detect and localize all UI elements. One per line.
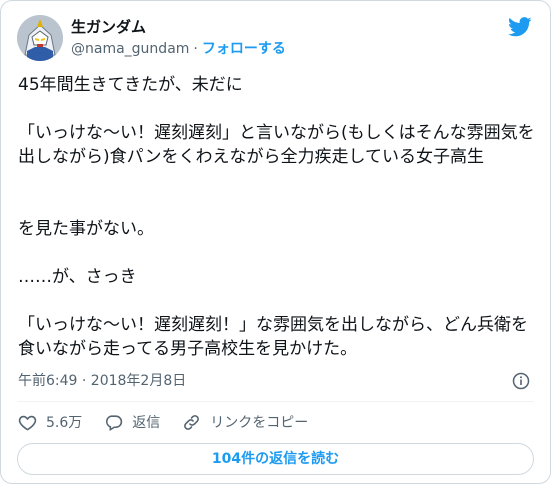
tweet-timestamp[interactable]: 午前6:49 · 2018年2月8日 [18, 371, 186, 391]
avatar[interactable] [17, 15, 63, 61]
author-handle[interactable]: @nama_gundam [71, 41, 189, 57]
author-handle-row: @nama_gundam · フォローする [71, 39, 286, 59]
copy-link-button[interactable]: リンクをコピー [182, 412, 308, 432]
like-count: 5.6万 [46, 415, 83, 431]
reply-button[interactable]: 返信 [104, 412, 160, 432]
link-icon [184, 414, 200, 430]
heart-icon [18, 415, 37, 431]
reply-icon [106, 414, 123, 431]
avatar-image [17, 15, 63, 61]
divider [17, 401, 534, 402]
tweet-paragraph-2: 「いっけな〜い！遅刻遅刻」と言いながら(もしくはそんな雰囲気を出しながら)食パン… [18, 123, 535, 167]
tweet-paragraph-4: ……が、さっき [18, 267, 137, 287]
tweet-paragraph-1: 45年間生きてきたが、未だに [18, 75, 243, 95]
copy-link-label: リンクをコピー [210, 415, 309, 431]
author-name[interactable]: 生ガンダム [71, 17, 146, 37]
follow-button[interactable]: フォローする [202, 41, 286, 57]
tweet-card: 生ガンダム @nama_gundam · フォローする 45年間生きてきたが、未だに… [0, 0, 551, 484]
like-button[interactable]: 5.6万 [18, 412, 82, 432]
reply-label: 返信 [132, 415, 161, 431]
info-icon[interactable] [512, 372, 530, 390]
separator-dot: · [193, 41, 198, 57]
twitter-bird-icon[interactable] [508, 17, 532, 37]
read-replies-button[interactable]: 104件の返信を読む [17, 443, 534, 475]
tweet-paragraph-5: 「いっけな〜い！遅刻遅刻！」な雰囲気を出しながら、どん兵衛を食いながら走ってる男… [18, 315, 528, 359]
tweet-paragraph-3: を見た事がない。 [18, 219, 154, 239]
action-bar: 5.6万 返信 リンクをコピー [18, 410, 330, 434]
